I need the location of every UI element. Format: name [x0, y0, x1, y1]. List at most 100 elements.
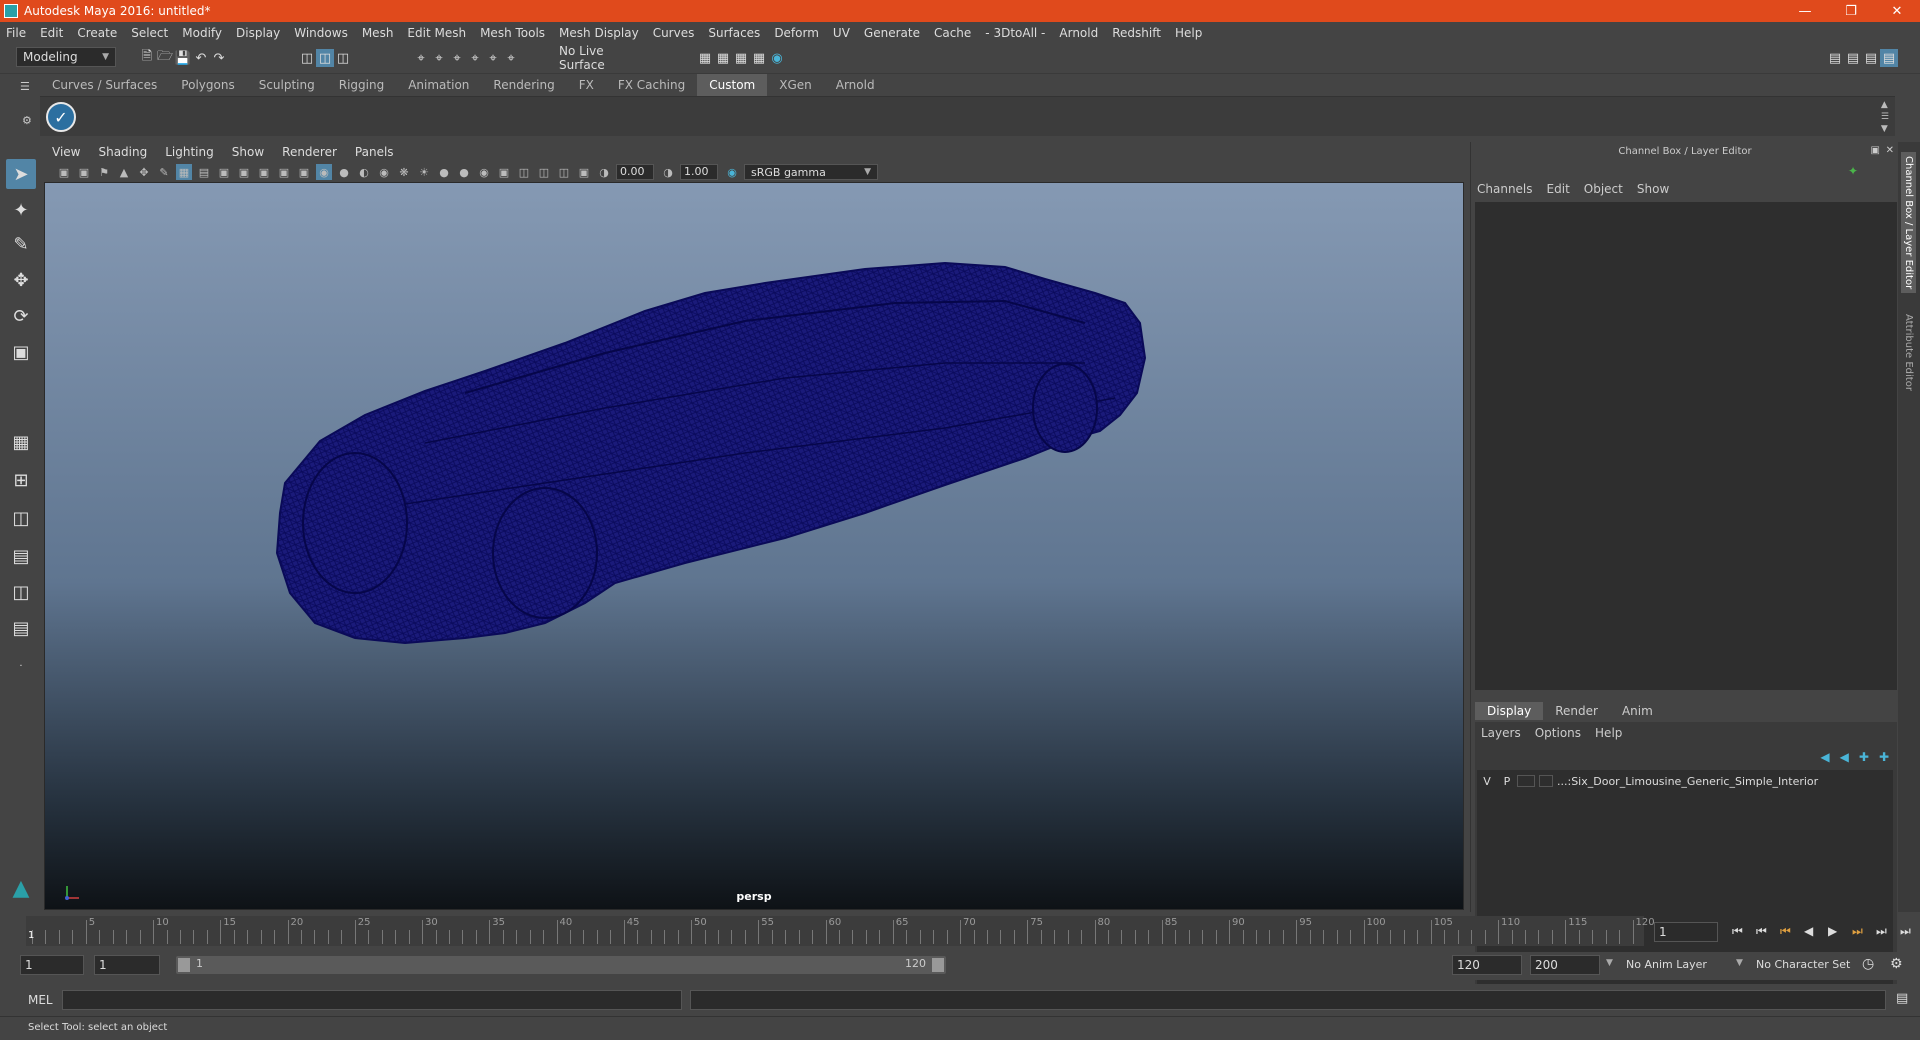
menu-generate[interactable]: Generate: [864, 26, 920, 40]
range-slider-right-handle[interactable]: [932, 958, 944, 972]
close-button[interactable]: ✕: [1874, 4, 1920, 19]
layer-type-toggle[interactable]: [1517, 775, 1535, 787]
camera-select-icon[interactable]: ▣: [56, 164, 72, 180]
current-frame-field[interactable]: 1: [1654, 922, 1718, 942]
gamma-icon[interactable]: ◑: [660, 164, 676, 180]
step-forward-frame-icon[interactable]: ⏭: [1876, 924, 1900, 939]
layer-row[interactable]: V P ...:Six_Door_Limousine_Generic_Simpl…: [1477, 772, 1893, 790]
snap-point-icon[interactable]: ⌖: [448, 49, 466, 67]
time-slider[interactable]: 5 10 15 20 25 30 35 40 45 50 55 60 65 70 75 80 85 90 95 100…: [26, 916, 1655, 946]
manipulator-icon[interactable]: ✦: [1848, 164, 1858, 178]
tool-settings-icon[interactable]: ▤: [1862, 49, 1880, 67]
xray-active-icon[interactable]: ◫: [556, 164, 572, 180]
grease-pencil-icon[interactable]: ✎: [156, 164, 172, 180]
single-perspective-layout-icon[interactable]: ▦: [6, 427, 36, 457]
select-by-hierarchy-icon[interactable]: ◫: [298, 49, 316, 67]
undo-icon[interactable]: ↶: [192, 49, 210, 67]
float-panel-icon[interactable]: ▣: [1871, 145, 1880, 156]
snap-live-icon[interactable]: ⌖: [484, 49, 502, 67]
exposure-field[interactable]: 0.00: [616, 164, 654, 180]
render-settings-icon[interactable]: ▦: [732, 49, 750, 67]
persp-graph-layout-icon[interactable]: ▤: [6, 541, 36, 571]
panel-menu-lighting[interactable]: Lighting: [165, 145, 214, 159]
tab-custom[interactable]: Custom: [697, 74, 768, 96]
motion-blur-icon[interactable]: ◉: [476, 164, 492, 180]
menu-windows[interactable]: Windows: [294, 26, 348, 40]
animation-start-field[interactable]: 1: [20, 955, 84, 975]
open-scene-icon[interactable]: 🗁: [156, 49, 174, 67]
anim-layer-label[interactable]: No Anim Layer: [1626, 958, 1707, 971]
snap-project-icon[interactable]: ⌖: [502, 49, 520, 67]
side-tab-attribute-editor[interactable]: Attribute Editor: [1901, 310, 1916, 395]
rotate-tool-icon[interactable]: ⟳: [6, 301, 36, 331]
menu-redshift[interactable]: Redshift: [1112, 26, 1161, 40]
tab-rigging[interactable]: Rigging: [327, 74, 396, 96]
layer-color-swatch[interactable]: [1539, 775, 1553, 787]
layers-options-menu[interactable]: Options: [1535, 726, 1581, 740]
ipr-render-icon[interactable]: ▦: [714, 49, 732, 67]
playback-end-field[interactable]: 120: [1452, 955, 1522, 975]
animation-preferences-icon[interactable]: ⚙: [1890, 956, 1903, 972]
redo-icon[interactable]: ↷: [210, 49, 228, 67]
channel-list[interactable]: [1475, 202, 1897, 690]
move-layer-down-icon[interactable]: ◀: [1840, 750, 1849, 764]
tab-display[interactable]: Display: [1475, 702, 1544, 720]
shelf-gear-icon[interactable]: ⚙: [22, 114, 32, 127]
shadows-icon[interactable]: ●: [436, 164, 452, 180]
use-default-material-icon[interactable]: ◐: [356, 164, 372, 180]
grid-icon[interactable]: ▦: [176, 164, 192, 180]
tab-fx[interactable]: FX: [567, 74, 606, 96]
channel-box-icon[interactable]: ▤: [1880, 49, 1898, 67]
camera-attributes-icon[interactable]: ▣: [76, 164, 92, 180]
go-to-start-icon[interactable]: ⏮: [1732, 924, 1756, 939]
isolate-select-icon[interactable]: ◫: [516, 164, 532, 180]
outliner-persp-layout-icon[interactable]: ▤: [6, 613, 36, 643]
range-slider-left-handle[interactable]: [178, 958, 190, 972]
channels-edit-menu[interactable]: Edit: [1547, 182, 1570, 196]
script-editor-icon[interactable]: ▤: [1896, 991, 1908, 1006]
tab-xgen[interactable]: XGen: [767, 74, 824, 96]
color-space-dropdown[interactable]: sRGB gamma ▼: [744, 164, 878, 180]
command-input[interactable]: [62, 990, 682, 1010]
chevron-down-icon[interactable]: ▼: [1606, 958, 1613, 968]
save-scene-icon[interactable]: 💾: [174, 49, 192, 67]
select-tool-icon[interactable]: ➤: [6, 159, 36, 189]
menu-deform[interactable]: Deform: [774, 26, 819, 40]
check-mark-icon[interactable]: ✓: [46, 102, 76, 132]
screen-space-ao-icon[interactable]: ●: [456, 164, 472, 180]
lights-icon[interactable]: ☀: [416, 164, 432, 180]
menu-edit[interactable]: Edit: [40, 26, 63, 40]
command-language-label[interactable]: MEL: [28, 993, 53, 1007]
select-by-object-icon[interactable]: ◫: [316, 49, 334, 67]
color-management-icon[interactable]: ◉: [724, 164, 740, 180]
layers-menu[interactable]: Layers: [1481, 726, 1521, 740]
panel-menu-panels[interactable]: Panels: [355, 145, 394, 159]
channels-object-menu[interactable]: Object: [1584, 182, 1623, 196]
menu-select[interactable]: Select: [131, 26, 168, 40]
persp-uv-layout-icon[interactable]: ◫: [6, 577, 36, 607]
wireframe-icon[interactable]: ◉: [316, 164, 332, 180]
tab-curves-surfaces[interactable]: Curves / Surfaces: [40, 74, 169, 96]
anti-aliasing-icon[interactable]: ▣: [496, 164, 512, 180]
side-tab-channel-box[interactable]: Channel Box / Layer Editor: [1901, 152, 1916, 294]
hypershade-icon[interactable]: ▦: [750, 49, 768, 67]
live-surface-field[interactable]: No Live Surface: [552, 44, 648, 72]
step-forward-key-icon[interactable]: ⏭: [1852, 924, 1876, 939]
resolution-gate-icon[interactable]: ▣: [216, 164, 232, 180]
menu-curves[interactable]: Curves: [653, 26, 695, 40]
menu-edit-mesh[interactable]: Edit Mesh: [407, 26, 466, 40]
bookmark-icon[interactable]: ⚑: [96, 164, 112, 180]
play-forwards-icon[interactable]: ▶: [1828, 924, 1852, 939]
chevron-down-icon[interactable]: ▼: [1736, 958, 1743, 968]
move-layer-up-icon[interactable]: ◀: [1820, 750, 1829, 764]
gate-mask-icon[interactable]: ▣: [236, 164, 252, 180]
snap-grid-icon[interactable]: ⌖: [412, 49, 430, 67]
shelf-menu-icon[interactable]: ☰: [20, 80, 30, 93]
safe-action-icon[interactable]: ▣: [276, 164, 292, 180]
xray-icon[interactable]: ◫: [536, 164, 552, 180]
menu-3dtoall[interactable]: - 3DtoAll -: [985, 26, 1045, 40]
tab-sculpting[interactable]: Sculpting: [247, 74, 327, 96]
channels-show-menu[interactable]: Show: [1637, 182, 1669, 196]
new-empty-layer-icon[interactable]: ✚: [1859, 750, 1869, 764]
toolbox-more-icon[interactable]: ·: [6, 651, 36, 681]
